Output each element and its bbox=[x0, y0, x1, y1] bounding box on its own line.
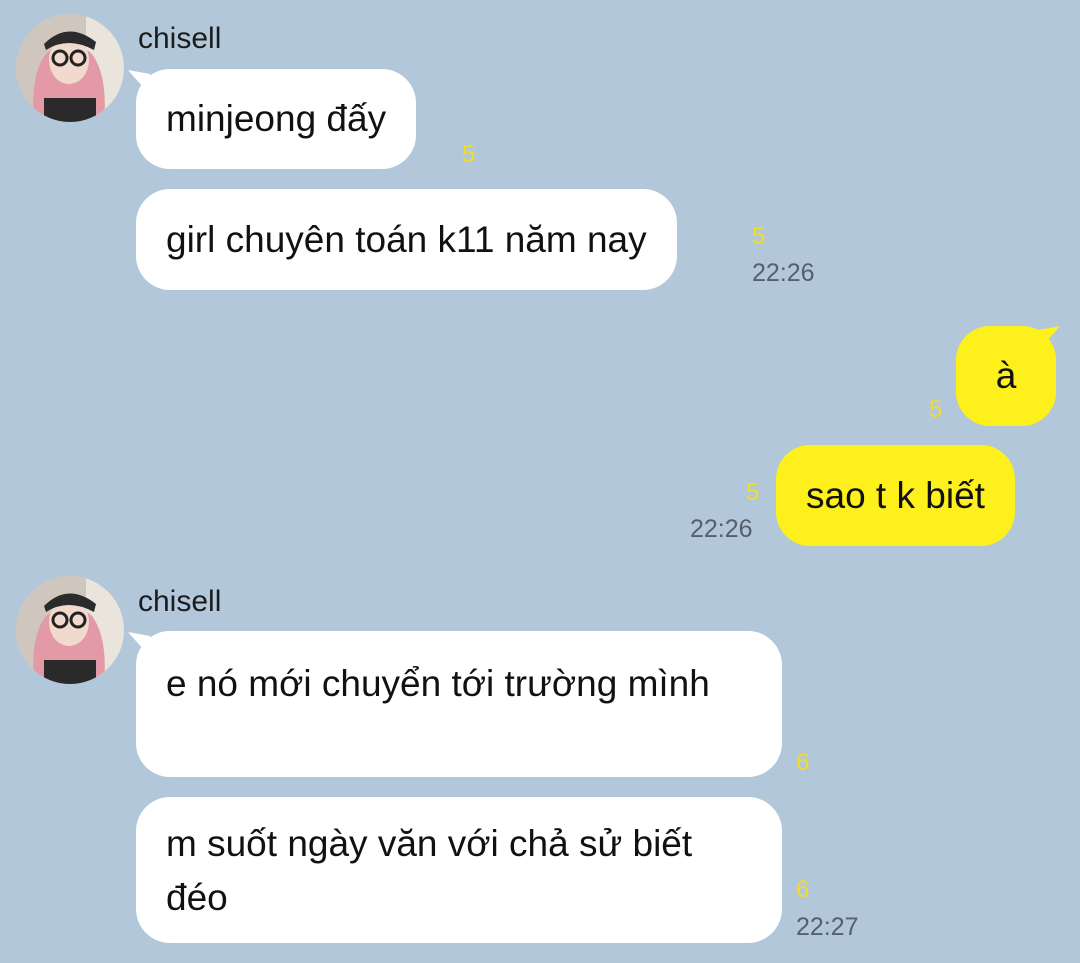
unread-count: 5 bbox=[462, 141, 476, 168]
unread-count: 5 bbox=[746, 479, 760, 506]
unread-count: 5 bbox=[929, 396, 943, 423]
sender-name: chisell bbox=[138, 585, 222, 618]
message-bubble[interactable]: m suốt ngày văn với chả sử biết đéo bbox=[136, 797, 782, 943]
message-text: m suốt ngày văn với chả sử biết đéo bbox=[166, 823, 693, 918]
timestamp: 22:26 bbox=[752, 259, 815, 287]
message-text: sao t k biết bbox=[806, 475, 985, 516]
avatar[interactable] bbox=[16, 576, 124, 684]
timestamp: 22:26 bbox=[690, 515, 753, 543]
profile-photo-icon bbox=[16, 576, 124, 684]
message-bubble[interactable]: girl chuyên toán k11 năm nay bbox=[136, 189, 677, 290]
unread-count: 6 bbox=[796, 876, 810, 903]
message-text: girl chuyên toán k11 năm nay bbox=[166, 219, 647, 260]
profile-photo-icon bbox=[16, 14, 124, 122]
message-text: e nó mới chuyển tới trường mình bbox=[166, 663, 710, 704]
message-text: à bbox=[995, 355, 1017, 396]
timestamp: 22:27 bbox=[796, 913, 859, 941]
unread-count: 6 bbox=[796, 749, 810, 776]
sender-name: chisell bbox=[138, 22, 222, 55]
message-bubble[interactable]: e nó mới chuyển tới trường mình bbox=[136, 631, 782, 777]
message-bubble[interactable]: minjeong đấy bbox=[136, 69, 417, 169]
unread-count: 5 bbox=[752, 223, 766, 250]
avatar[interactable] bbox=[16, 14, 124, 122]
message-text: minjeong đấy bbox=[166, 98, 387, 139]
message-bubble[interactable]: à bbox=[956, 326, 1056, 426]
message-bubble[interactable]: sao t k biết bbox=[776, 445, 1015, 546]
